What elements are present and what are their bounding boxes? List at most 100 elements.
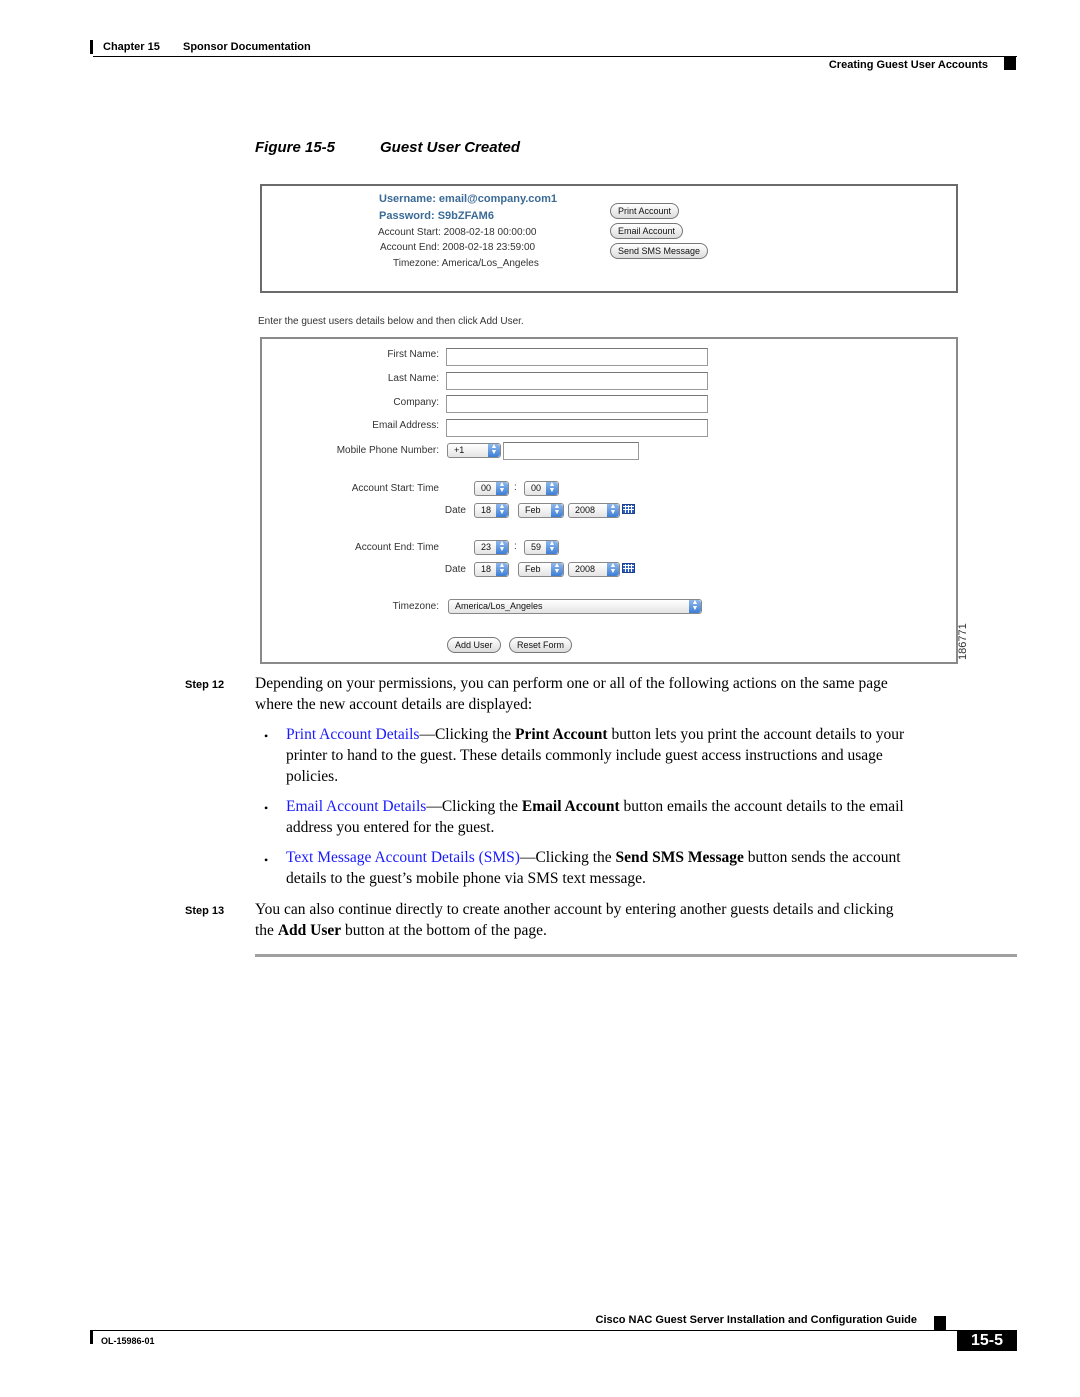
- bullet-text: button lets you print the account detail…: [607, 726, 905, 743]
- select-arrows-icon: ▲ ▼: [496, 562, 508, 576]
- guide-title: Cisco NAC Guest Server Installation and …: [595, 1314, 918, 1326]
- bullet-email-account: Email Account Details—Clicking the Email…: [286, 796, 904, 838]
- timezone-select[interactable]: America/Los_Angeles ▲ ▼: [448, 599, 702, 614]
- timezone-line: Timezone: America/Los_Angeles: [393, 258, 539, 269]
- end-hour-value: 23: [481, 542, 492, 552]
- bullet-icon: •: [264, 853, 269, 867]
- chapter-number: Chapter 15: [103, 41, 160, 53]
- select-arrows-icon: ▲ ▼: [496, 481, 508, 495]
- footer-bar: [90, 1330, 93, 1344]
- bullet-text: —Clicking the: [419, 726, 516, 743]
- section-title: Creating Guest User Accounts: [828, 59, 988, 71]
- username-value: email@company.com1: [438, 193, 558, 205]
- start-hour-value: 00: [481, 483, 492, 493]
- end-month-select[interactable]: Feb ▲ ▼: [518, 562, 564, 577]
- bullet-print-account: Print Account Details—Clicking the Print…: [286, 724, 904, 787]
- account-end-label: Account End: Time: [355, 542, 439, 553]
- bullet-icon: •: [264, 801, 269, 815]
- step-12-label: Step 12: [185, 679, 225, 691]
- step-13-line-2: the Add User button at the bottom of the…: [255, 920, 893, 941]
- account-end-text: Account End:: [355, 542, 415, 553]
- step-13-label: Step 13: [185, 905, 225, 917]
- bullet-text: —Clicking the: [426, 798, 522, 815]
- email-account-details-link[interactable]: Email Account Details: [286, 798, 426, 815]
- start-year-select[interactable]: 2008 ▲ ▼: [568, 503, 620, 518]
- last-name-label: Last Name:: [387, 373, 439, 384]
- start-hour-select[interactable]: 00 ▲ ▼: [474, 481, 509, 496]
- last-name-input[interactable]: [446, 372, 708, 390]
- start-minute-select[interactable]: 00 ▲ ▼: [524, 481, 559, 496]
- doc-number: OL-15986-01: [101, 1336, 155, 1346]
- header-bar: [90, 40, 93, 54]
- end-day-select[interactable]: 18 ▲ ▼: [474, 562, 509, 577]
- username-label: Username:: [379, 193, 436, 205]
- send-sms-button[interactable]: Send SMS Message: [610, 243, 709, 259]
- add-user-button[interactable]: Add User: [447, 637, 501, 653]
- select-arrows-icon: ▲ ▼: [607, 503, 619, 517]
- start-year-value: 2008: [575, 505, 596, 515]
- company-input[interactable]: [446, 395, 708, 413]
- guest-form-panel: First Name: Last Name: Company: Email Ad…: [260, 337, 958, 664]
- start-day-value: 18: [481, 505, 492, 515]
- account-start-label: Account Start: Time: [352, 483, 439, 494]
- print-account-button[interactable]: Print Account: [610, 203, 680, 219]
- print-account-details-link[interactable]: Print Account Details: [286, 726, 419, 743]
- header-rule: [93, 56, 1017, 57]
- account-end-line: Account End: 2008-02-18 23:59:00: [380, 242, 535, 253]
- end-date-label: Date: [444, 564, 466, 575]
- select-arrows-icon: ▲ ▼: [689, 599, 701, 613]
- mobile-phone-label: Mobile Phone Number:: [336, 445, 439, 456]
- bullet-text: —Clicking the: [519, 849, 616, 866]
- company-label: Company:: [393, 397, 439, 408]
- start-day-select[interactable]: 18 ▲ ▼: [474, 503, 509, 518]
- email-address-label: Email Address:: [372, 420, 439, 431]
- figure-id: 186771: [957, 623, 969, 660]
- end-year-value: 2008: [575, 564, 596, 574]
- footer-block: [934, 1316, 946, 1330]
- select-arrows-icon: ▲ ▼: [496, 540, 508, 554]
- account-start-value: 2008-02-18 00:00:00: [443, 227, 537, 238]
- account-start-label: Account Start:: [378, 227, 441, 238]
- first-name-input[interactable]: [446, 348, 708, 366]
- bullet-bold: Email Account: [521, 798, 620, 815]
- reset-form-button[interactable]: Reset Form: [509, 637, 573, 653]
- end-minute-select[interactable]: 59 ▲ ▼: [524, 540, 559, 555]
- section-end-rule: [255, 954, 1017, 957]
- username-line: Username: email@company.com1: [379, 193, 557, 205]
- end-year-select[interactable]: 2008 ▲ ▼: [568, 562, 620, 577]
- step-12-text: Depending on your permissions, you can p…: [255, 673, 888, 715]
- mobile-phone-input[interactable]: [503, 442, 639, 460]
- start-date-label: Date: [444, 505, 466, 516]
- account-end-label: Account End:: [380, 242, 440, 253]
- text-message-details-link[interactable]: Text Message Account Details (SMS): [286, 849, 520, 866]
- figure-title: Guest User Created: [380, 139, 521, 156]
- start-minute-value: 00: [531, 483, 542, 493]
- account-start-line: Account Start: 2008-02-18 00:00:00: [378, 227, 536, 238]
- select-arrows-icon: ▲ ▼: [607, 562, 619, 576]
- bullet-bold: Print Account: [515, 726, 608, 743]
- step-13-line-1: You can also continue directly to create…: [255, 901, 894, 918]
- time-separator: :: [514, 482, 517, 493]
- timezone-value: America/Los_Angeles: [455, 601, 543, 611]
- country-code-select[interactable]: +1 ▲ ▼: [447, 443, 501, 458]
- step-text: the: [255, 922, 278, 939]
- password-label: Password:: [379, 210, 435, 222]
- step-12-line-2: where the new account details are displa…: [255, 696, 533, 713]
- select-arrows-icon: ▲ ▼: [546, 481, 558, 495]
- figure-caption: Figure 15-5 Guest User Created: [255, 139, 520, 156]
- time-separator: :: [514, 541, 517, 552]
- end-hour-select[interactable]: 23 ▲ ▼: [474, 540, 509, 555]
- account-end-value: 2008-02-18 23:59:00: [442, 242, 536, 253]
- start-month-select[interactable]: Feb ▲ ▼: [518, 503, 564, 518]
- timezone-label: Timezone:: [393, 258, 440, 269]
- end-calendar-icon[interactable]: [622, 563, 635, 573]
- password-line: Password: S9bZFAM6: [379, 210, 494, 222]
- select-arrows-icon: ▲ ▼: [551, 503, 563, 517]
- email-address-input[interactable]: [446, 419, 708, 437]
- figure-number: Figure 15-5: [255, 139, 336, 156]
- email-account-button[interactable]: Email Account: [610, 223, 684, 239]
- time-label: Time: [417, 542, 439, 553]
- start-calendar-icon[interactable]: [622, 504, 635, 514]
- start-month-value: Feb: [525, 505, 541, 515]
- bullet-text: address you entered for the guest.: [286, 819, 495, 836]
